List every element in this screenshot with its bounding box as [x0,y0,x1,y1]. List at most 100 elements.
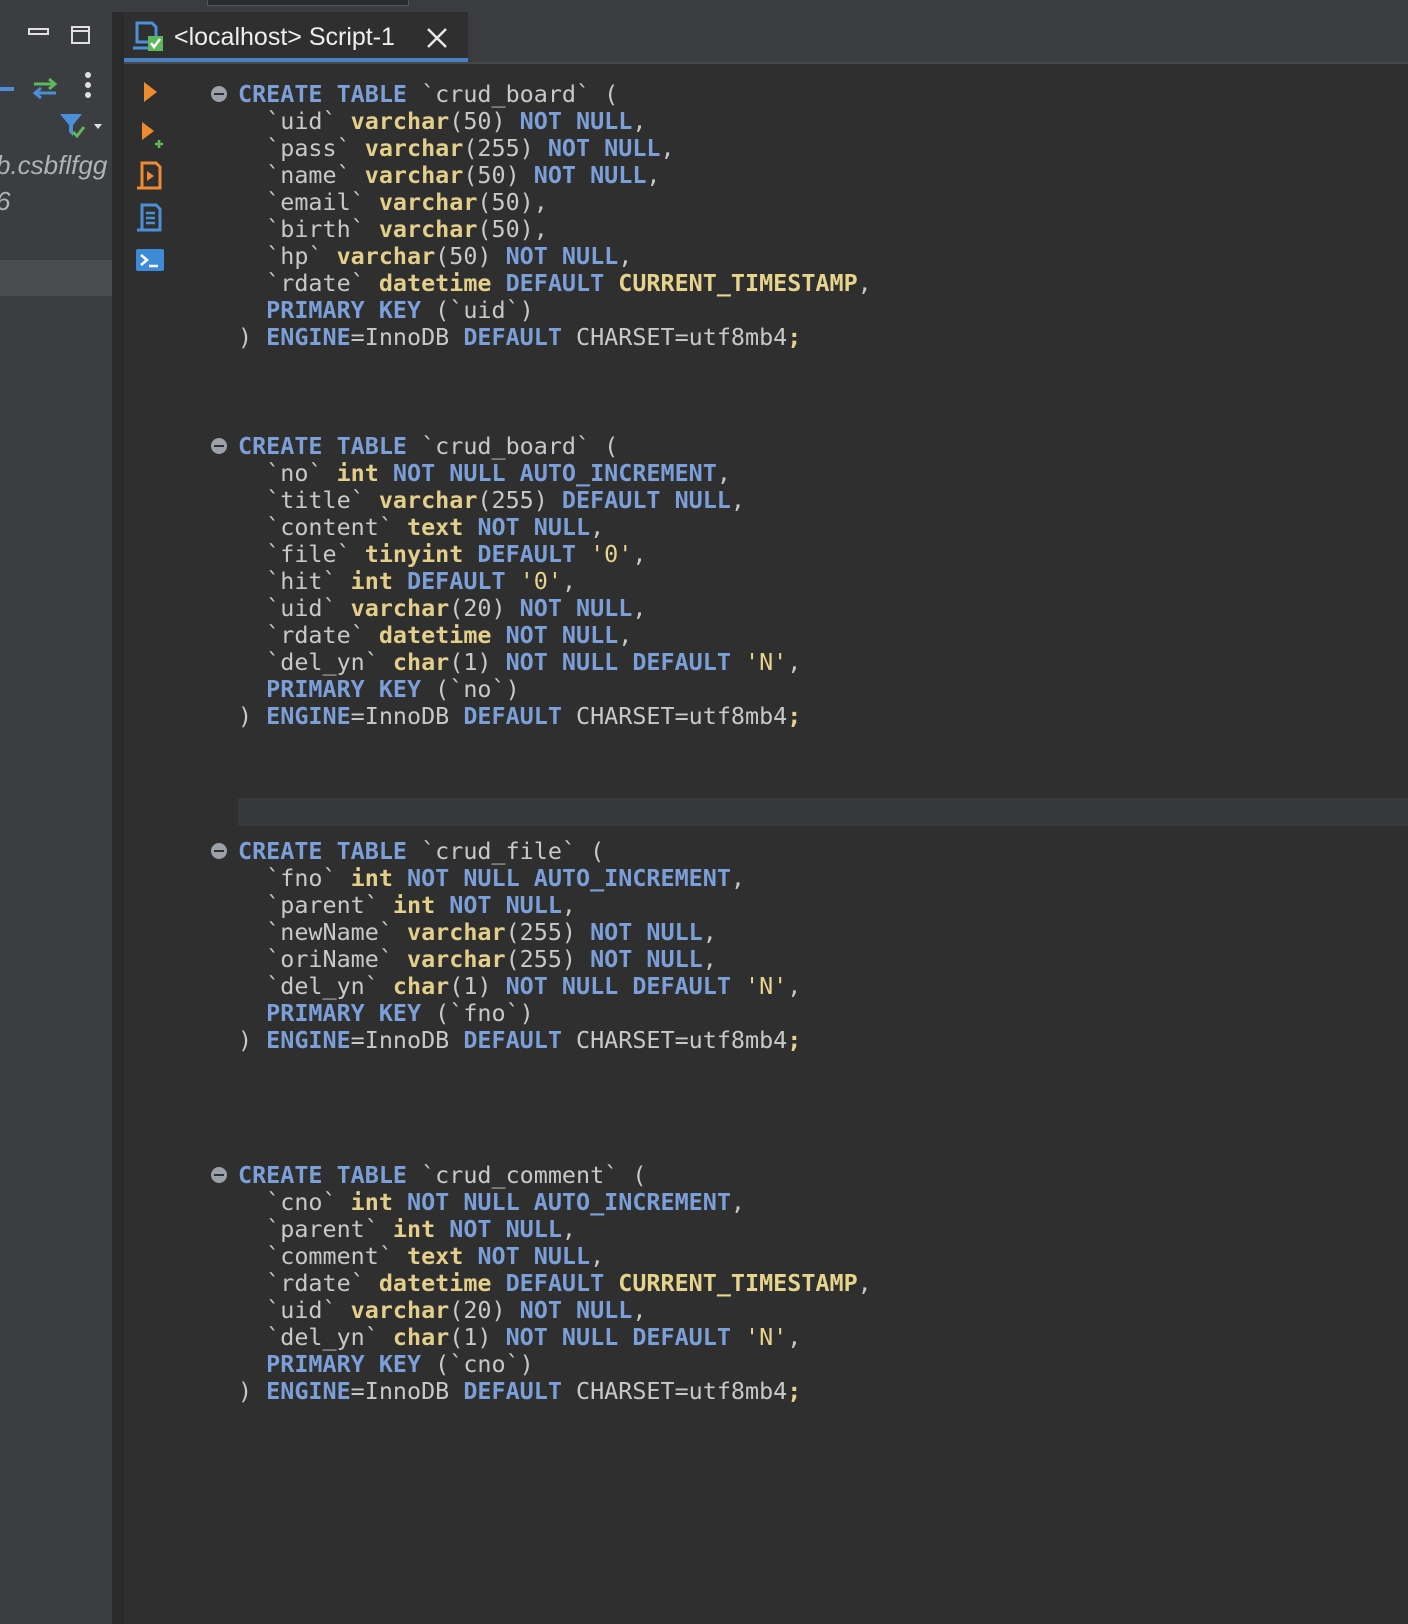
code-line: `email` varchar(50), [238,188,548,216]
code-line: ) ENGINE=InnoDB DEFAULT CHARSET=utf8mb4; [238,1026,801,1054]
collapse-all-icon[interactable] [0,84,18,94]
sql-text: `del_yn` [238,972,393,1000]
sql-text: (20) [449,594,520,622]
sql-text: , [646,161,661,189]
sql-keyword: NOT NULL [505,621,619,649]
code-line: `comment` text NOT NULL, [238,1242,604,1270]
editor-tab[interactable]: <localhost> Script-1 [124,12,468,62]
connection-name[interactable]: b.csbflfgg [0,150,114,181]
sql-type: int [336,459,379,487]
code-line: `fno` int NOT NULL AUTO_INCREMENT, [238,864,745,892]
sql-token: CURRENT_TIMESTAMP [618,269,858,297]
sql-text: `email` [238,188,379,216]
sql-keyword: DEFAULT [477,540,576,568]
sql-text: CHARSET=utf8mb4 [561,1026,788,1054]
sql-text: `hp` [238,242,337,270]
code-line: `cno` int NOT NULL AUTO_INCREMENT, [238,1188,745,1216]
code-line: `hp` varchar(50) NOT NULL, [238,242,632,270]
sql-text: `file` [238,540,365,568]
sql-text: `crud_file` ( [407,837,605,865]
sql-type: datetime [378,1269,492,1297]
fold-toggle-icon[interactable] [211,438,227,454]
sql-keyword: NOT NULL [519,594,633,622]
more-options-icon[interactable] [82,70,94,102]
close-icon[interactable] [424,25,450,51]
code-area[interactable]: CREATE TABLE `crud_board` ( `uid` varcha… [124,64,1408,1624]
sql-type: tinyint [364,540,464,568]
sql-text: (1) [449,648,506,676]
sql-keyword: DEFAULT [463,323,562,351]
sql-text: `crud_board` ( [407,80,619,108]
sql-text: (20) [449,1296,520,1324]
sql-text: (1) [449,1323,506,1351]
link-with-editor-icon[interactable] [30,76,60,100]
fold-toggle-icon[interactable] [211,843,227,859]
sql-text: `name` [238,161,365,189]
sql-type: text [407,513,464,541]
code-line: CREATE TABLE `crud_board` ( [238,432,618,460]
sql-keyword: ENGINE [266,1026,351,1054]
sql-keyword: ENGINE [266,323,351,351]
sql-text: CHARSET=utf8mb4 [561,702,788,730]
maximize-icon[interactable] [70,24,92,46]
sql-type: char [392,1323,450,1351]
sql-type: varchar [378,215,478,243]
code-line: CREATE TABLE `crud_file` ( [238,837,604,865]
execute-statement-icon[interactable] [134,76,166,108]
fold-toggle-icon[interactable] [211,86,227,102]
sql-text: CHARSET=utf8mb4 [561,1377,788,1405]
sql-text: `oriName` [238,945,407,973]
selected-row[interactable] [0,260,112,296]
terminal-icon[interactable] [134,244,166,276]
code-line: PRIMARY KEY (`cno`) [238,1350,534,1378]
fold-toggle-icon[interactable] [211,1167,227,1183]
sql-text: CHARSET=utf8mb4 [561,323,788,351]
sql-keyword: NOT NULL AUTO_INCREMENT [392,459,717,487]
sql-type: int [350,567,393,595]
sql-text: , [660,134,675,162]
sql-text: `title` [238,486,379,514]
minimize-icon[interactable] [28,26,50,38]
sql-script-icon [133,21,163,51]
code-line: ) ENGINE=InnoDB DEFAULT CHARSET=utf8mb4; [238,1377,801,1405]
sql-text: `del_yn` [238,648,393,676]
sql-text: `uid` [238,594,351,622]
sql-text: , [787,972,802,1000]
code-line: `parent` int NOT NULL, [238,1215,576,1243]
sql-text: (50) [449,107,520,135]
panel-divider[interactable] [112,12,124,1624]
code-line: `uid` varchar(50) NOT NULL, [238,107,646,135]
execute-script-icon[interactable] [134,160,166,192]
sql-type: varchar [407,918,506,946]
code-line: ) ENGINE=InnoDB DEFAULT CHARSET=utf8mb4; [238,323,801,351]
explain-plan-icon[interactable] [134,202,166,234]
sql-type: char [392,648,450,676]
sql-text: `rdate` [238,1269,379,1297]
code-line: ) ENGINE=InnoDB DEFAULT CHARSET=utf8mb4; [238,702,801,730]
connection-sub: 6 [0,186,114,217]
sql-keyword: DEFAULT [463,1377,562,1405]
code-line: `name` varchar(50) NOT NULL, [238,161,661,189]
filter-icon[interactable] [58,112,106,142]
sql-text: (`uid`) [421,296,534,324]
sql-text: `del_yn` [238,1323,393,1351]
sql-text: `content` [238,513,407,541]
code-line: `uid` varchar(20) NOT NULL, [238,594,646,622]
sql-keyword: NOT NULL [533,161,647,189]
sql-text: , [632,540,647,568]
sql-type: int [392,891,436,919]
execute-in-new-tab-icon[interactable] [134,118,166,150]
sql-keyword: NOT NULL [519,1296,633,1324]
sql-keyword: PRIMARY KEY [266,296,422,324]
sql-text: `uid` [238,107,351,135]
sql-type: varchar [378,188,478,216]
sql-type: varchar [350,1296,450,1324]
